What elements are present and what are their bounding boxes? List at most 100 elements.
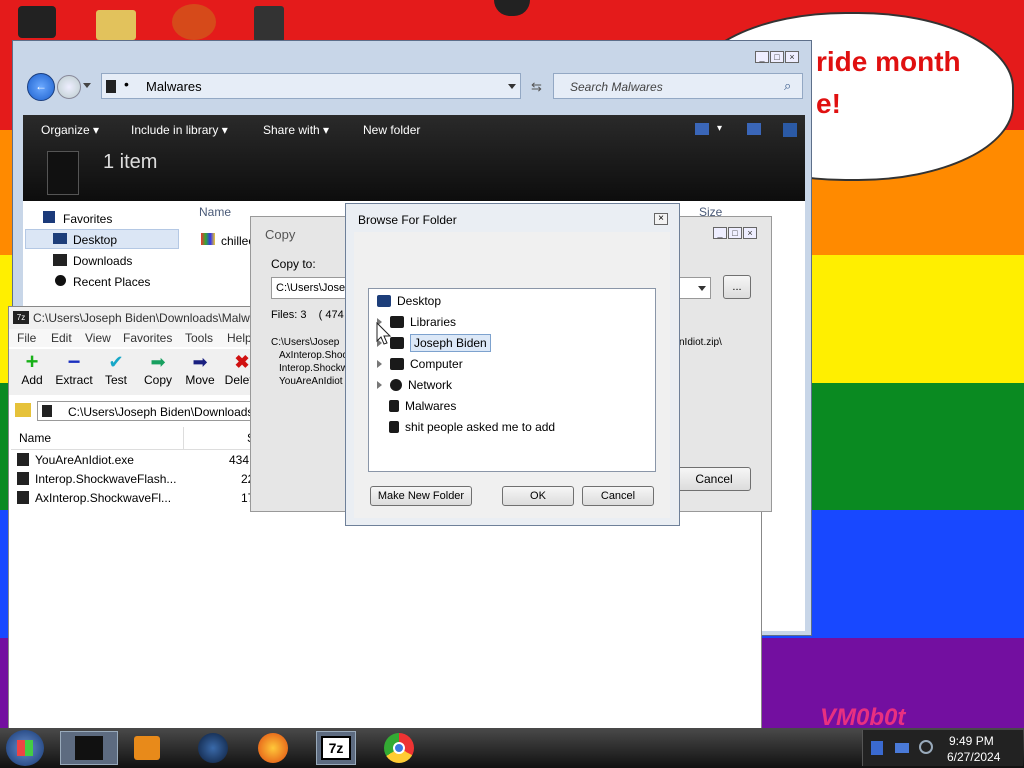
path-folder-icon	[42, 405, 52, 417]
copy-arrow-icon: ➡	[150, 352, 166, 372]
close-icon[interactable]: ×	[654, 213, 668, 225]
close-icon[interactable]: ×	[785, 51, 799, 63]
desktop-icon	[53, 233, 67, 244]
move-arrow-icon: ➡	[192, 352, 208, 372]
column-header-name[interactable]: Name	[199, 205, 231, 219]
tree-item-malwares[interactable]: Malwares	[389, 396, 456, 416]
network-tray-icon[interactable]	[895, 743, 909, 753]
tree-item-other-folder[interactable]: shit people asked me to add	[389, 417, 555, 437]
ok-button[interactable]: OK	[502, 486, 574, 506]
share-with-button[interactable]: Share with ▾	[263, 123, 329, 137]
chrome-icon[interactable]	[384, 733, 414, 763]
tree-item-label-selected: Joseph Biden	[410, 334, 491, 352]
tree-item-label: Libraries	[410, 315, 457, 329]
menu-file[interactable]: File	[17, 331, 36, 345]
desktop-icon-media[interactable]	[172, 4, 216, 40]
column-header-name[interactable]: Name	[19, 431, 51, 445]
action-center-icon[interactable]	[871, 741, 883, 755]
firefox-icon[interactable]	[258, 733, 288, 763]
volume-icon[interactable]	[919, 740, 933, 754]
desktop-icon-folder[interactable]	[96, 10, 136, 40]
start-button[interactable]	[6, 730, 44, 766]
copy-list-item: Interop.Shockw	[279, 363, 348, 374]
views-dropdown-icon[interactable]: ▾	[717, 123, 722, 134]
taskbar: 7z 9:49 PM 6/27/2024	[0, 728, 1024, 768]
nav-downloads[interactable]: Downloads	[73, 254, 132, 268]
clock-time[interactable]: 9:49 PM	[949, 734, 994, 748]
add-button[interactable]: + Add	[11, 349, 53, 388]
search-box[interactable]: Search Malwares ⌕	[553, 73, 803, 99]
desktop-icon-computer[interactable]	[254, 6, 284, 42]
file-name: AxInterop.ShockwaveFl...	[35, 491, 172, 505]
nav-favorites[interactable]: Favorites	[63, 212, 112, 226]
nav-desktop[interactable]: Desktop	[73, 233, 117, 247]
windows-logo-icon	[17, 740, 33, 756]
menu-favorites[interactable]: Favorites	[123, 331, 172, 345]
cancel-button[interactable]: Cancel	[582, 486, 654, 506]
tree-item-user-folder[interactable]: Joseph Biden	[377, 333, 491, 353]
plus-icon: +	[25, 349, 39, 374]
extract-button[interactable]: − Extract	[53, 351, 95, 388]
test-button[interactable]: ✔ Test	[95, 353, 137, 387]
help-icon[interactable]	[783, 123, 797, 137]
address-bar[interactable]: • Malwares	[101, 73, 521, 99]
taskbar-7zip-button[interactable]: 7z	[316, 731, 356, 765]
file-name: Interop.ShockwaveFlash...	[35, 472, 177, 486]
dll-file-icon	[17, 491, 29, 504]
minimize-icon[interactable]: _	[755, 51, 769, 63]
copy-dialog-title: Copy	[265, 227, 296, 242]
maximize-icon[interactable]: □	[728, 227, 742, 239]
folder-tree[interactable]: Desktop Libraries Joseph Biden Computer	[368, 288, 656, 472]
test-label: Test	[104, 373, 127, 387]
tree-item-desktop[interactable]: Desktop	[377, 291, 441, 311]
refresh-icon[interactable]: ⇆	[531, 79, 542, 95]
tree-item-computer[interactable]: Computer	[377, 354, 463, 374]
recent-pages-icon[interactable]	[83, 83, 91, 88]
menu-tools[interactable]: Tools	[185, 331, 213, 345]
sevenzip-title: C:\Users\Joseph Biden\Downloads\Malwa	[33, 311, 257, 325]
copy-label: Copy	[143, 373, 172, 387]
menu-help[interactable]: Help	[227, 331, 252, 345]
nav-recent-places[interactable]: Recent Places	[73, 275, 150, 289]
minimize-icon[interactable]: _	[713, 227, 727, 239]
back-button[interactable]: ←	[27, 73, 55, 101]
copy-cancel-button[interactable]: Cancel	[677, 467, 751, 491]
clock-date[interactable]: 6/27/2024	[947, 750, 1000, 764]
copy-caption-buttons: _ □ ×	[713, 227, 757, 239]
menu-view[interactable]: View	[85, 331, 111, 345]
close-icon[interactable]: ×	[743, 227, 757, 239]
new-folder-button[interactable]: New folder	[363, 123, 420, 137]
search-input[interactable]: Search Malwares	[570, 80, 663, 94]
chrome-center	[393, 742, 405, 754]
expand-arrow-icon[interactable]	[377, 360, 382, 368]
search-icon[interactable]: ⌕	[784, 78, 791, 94]
folder-large-icon	[47, 151, 79, 195]
browse-button[interactable]: ...	[723, 275, 751, 299]
views-icon[interactable]	[695, 123, 709, 135]
include-in-library-button[interactable]: Include in library ▾	[131, 123, 228, 137]
maximize-icon[interactable]: □	[770, 51, 784, 63]
forward-button[interactable]	[57, 75, 81, 99]
organize-button[interactable]: Organize ▾	[41, 123, 99, 137]
mouse-cursor-icon	[376, 322, 392, 345]
chevron-right-icon[interactable]: •	[124, 76, 129, 92]
up-folder-icon[interactable]	[15, 403, 31, 417]
media-player-icon[interactable]	[134, 736, 160, 760]
file-name: YouAreAnIdiot.exe	[35, 453, 134, 467]
move-button[interactable]: ➡ Move	[179, 353, 221, 387]
chevron-down-icon[interactable]	[698, 286, 706, 291]
taskbar-explorer-button[interactable]	[60, 731, 118, 765]
desktop-icon-trash[interactable]	[18, 6, 56, 38]
copy-button[interactable]: ➡ Copy	[137, 353, 179, 387]
menu-edit[interactable]: Edit	[51, 331, 72, 345]
globe-icon[interactable]	[198, 733, 228, 763]
explorer-caption-buttons: _ □ ×	[755, 51, 799, 63]
copy-list-path: C:\Users\Josep	[271, 337, 340, 348]
tree-item-label: Desktop	[397, 294, 442, 308]
preview-pane-icon[interactable]	[747, 123, 761, 135]
address-dropdown-icon[interactable]	[508, 84, 516, 89]
make-new-folder-button[interactable]: Make New Folder	[370, 486, 472, 506]
expand-arrow-icon[interactable]	[377, 381, 382, 389]
sevenzip-path-box[interactable]: C:\Users\Joseph Biden\Downloads\	[37, 401, 277, 421]
tree-item-network[interactable]: Network	[377, 375, 452, 395]
